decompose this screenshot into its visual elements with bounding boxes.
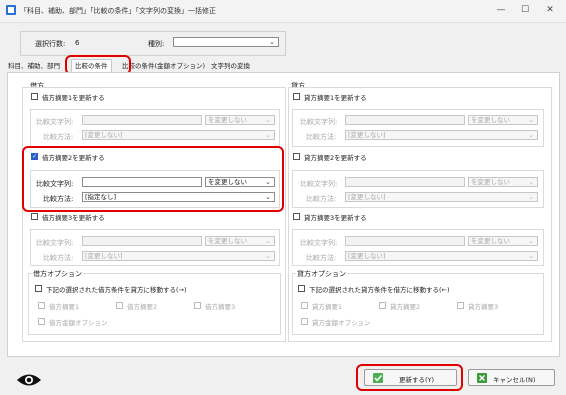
credit-memo3-method-select[interactable]: [変更しない] ⌄	[345, 251, 538, 261]
type-label: 種別:	[148, 40, 165, 48]
chevron-down-icon: ⌄	[265, 237, 271, 245]
debit-memo1-compare-label: 比較文字列:	[36, 118, 74, 126]
debit-memo2-checkbox[interactable]	[31, 152, 38, 161]
debit-move-checkbox[interactable]	[35, 285, 42, 292]
credit-memo1-checkbox[interactable]	[293, 93, 300, 100]
debit-opt-amount-checkbox[interactable]	[38, 318, 45, 325]
credit-memo2-method-label: 比較方法:	[306, 195, 337, 203]
tab-compare-condition[interactable]: 比較の条件	[71, 59, 112, 73]
debit-memo3-label: 借方摘要3を更新する	[42, 214, 105, 222]
debit-memo2-label: 借方摘要2を更新する	[42, 154, 105, 162]
debit-memo3-method-label: 比較方法:	[43, 254, 74, 262]
tab-account[interactable]: 科目、補助、部門	[8, 60, 60, 72]
debit-memo1-method-select[interactable]: [変更しない] ⌄	[82, 130, 275, 140]
close-button[interactable]: ✕	[541, 3, 559, 17]
debit-memo3-mode-select[interactable]: を変更しない ⌄	[205, 236, 275, 246]
debit-memo2-method-label: 比較方法:	[43, 195, 74, 203]
chevron-down-icon: ⌄	[528, 178, 534, 186]
debit-memo1-method-label: 比較方法:	[43, 133, 74, 141]
chevron-down-icon: ⌄	[528, 237, 534, 245]
credit-memo1-method-select[interactable]: [変更しない] ⌄	[345, 130, 538, 140]
chevron-down-icon: ⌄	[269, 38, 275, 46]
credit-move-label: 下記の選択された貸方条件を借方に移動する(←)	[309, 286, 450, 294]
credit-memo2-compare-label: 比較文字列:	[300, 180, 338, 188]
credit-memo3-method-label: 比較方法:	[306, 254, 337, 262]
debit-opt-memo1-checkbox[interactable]	[38, 302, 45, 309]
chevron-down-icon: ⌄	[265, 116, 271, 124]
type-select[interactable]: ⌄	[173, 37, 279, 47]
debit-opt-memo3-checkbox[interactable]	[194, 302, 201, 309]
credit-options-title: 貸方オプション	[296, 269, 347, 279]
credit-memo3-label: 貸方摘要3を更新する	[304, 214, 367, 222]
credit-opt-memo1-label: 貸方摘要1	[312, 303, 343, 311]
credit-memo3-compare-label: 比較文字列:	[300, 239, 338, 247]
credit-opt-amount-checkbox[interactable]	[301, 318, 308, 325]
chevron-down-icon: ⌄	[265, 131, 271, 139]
chevron-down-icon: ⌄	[528, 131, 534, 139]
debit-memo2-compare-label: 比較文字列:	[36, 180, 74, 188]
debit-memo3-compare-input[interactable]	[82, 236, 202, 246]
debit-memo1-mode-select[interactable]: を変更しない ⌄	[205, 115, 275, 125]
title-bar: 「科目、補助、部門」「比較の条件」「文字列の変換」一括修正 — ☐ ✕	[0, 0, 566, 23]
debit-memo2-method-select[interactable]: [指定なし] ⌄	[82, 192, 275, 202]
debit-options-title: 借方オプション	[32, 269, 83, 279]
selected-count-label: 選択行数:	[35, 40, 66, 48]
debit-opt-memo2-checkbox[interactable]	[116, 302, 123, 309]
tab-string-convert[interactable]: 文字列の変換	[211, 60, 250, 72]
tab-compare-amount-option[interactable]: 比較の条件(金額オプション)	[122, 60, 205, 72]
debit-memo1-label: 借方摘要1を更新する	[42, 94, 105, 102]
credit-memo2-mode-select[interactable]: を変更しない ⌄	[468, 177, 538, 187]
cancel-button[interactable]: キャンセル(N)	[468, 369, 555, 386]
eye-icon[interactable]	[16, 373, 42, 387]
minimize-button[interactable]: —	[492, 3, 510, 17]
credit-opt-memo2-checkbox[interactable]	[379, 302, 386, 309]
debit-opt-memo1-label: 借方摘要1	[49, 303, 80, 311]
debit-memo2-mode-select[interactable]: を変更しない ⌄	[205, 177, 275, 187]
credit-opt-amount-label: 貸方金額オプション	[312, 319, 371, 327]
credit-memo2-compare-input[interactable]	[345, 177, 465, 187]
chevron-down-icon: ⌄	[528, 116, 534, 124]
debit-opt-memo3-label: 借方摘要3	[205, 303, 236, 311]
check-icon	[373, 373, 383, 383]
debit-memo2-compare-input[interactable]	[82, 177, 202, 187]
cancel-x-icon	[477, 373, 487, 383]
credit-memo1-method-label: 比較方法:	[306, 133, 337, 141]
debit-opt-memo2-label: 借方摘要2	[127, 303, 158, 311]
credit-memo3-mode-select[interactable]: を変更しない ⌄	[468, 236, 538, 246]
credit-memo3-checkbox[interactable]	[293, 213, 300, 220]
credit-memo2-checkbox[interactable]	[293, 153, 300, 160]
credit-memo1-compare-label: 比較文字列:	[300, 118, 338, 126]
debit-opt-amount-label: 借方金額オプション	[49, 319, 108, 327]
credit-memo1-compare-input[interactable]	[345, 115, 465, 125]
credit-opt-memo2-label: 貸方摘要2	[390, 303, 421, 311]
selected-count-value: 6	[75, 39, 80, 47]
chevron-down-icon: ⌄	[528, 193, 534, 201]
credit-memo2-method-select[interactable]: [変更しない] ⌄	[345, 192, 538, 202]
maximize-button[interactable]: ☐	[516, 3, 534, 17]
chevron-down-icon: ⌄	[265, 252, 271, 260]
credit-memo2-label: 貸方摘要2を更新する	[304, 154, 367, 162]
credit-opt-memo3-label: 貸方摘要3	[468, 303, 499, 311]
credit-memo1-mode-select[interactable]: を変更しない ⌄	[468, 115, 538, 125]
app-icon	[6, 5, 16, 15]
credit-memo3-compare-input[interactable]	[345, 236, 465, 246]
chevron-down-icon: ⌄	[265, 193, 271, 201]
debit-memo1-compare-input[interactable]	[82, 115, 202, 125]
credit-opt-memo1-checkbox[interactable]	[301, 302, 308, 309]
credit-move-checkbox[interactable]	[298, 285, 305, 292]
debit-memo3-compare-label: 比較文字列:	[36, 239, 74, 247]
update-button[interactable]: 更新する(Y)	[364, 369, 457, 386]
chevron-down-icon: ⌄	[265, 178, 271, 186]
selection-info-group: 選択行数: 6 種別: ⌄	[20, 31, 286, 56]
debit-memo3-method-select[interactable]: [変更しない] ⌄	[82, 251, 275, 261]
debit-memo1-checkbox[interactable]	[31, 93, 38, 100]
credit-memo1-label: 貸方摘要1を更新する	[304, 94, 367, 102]
credit-opt-memo3-checkbox[interactable]	[457, 302, 464, 309]
debit-move-label: 下記の選択された借方条件を貸方に移動する(→)	[46, 286, 187, 294]
chevron-down-icon: ⌄	[528, 252, 534, 260]
debit-memo3-checkbox[interactable]	[31, 213, 38, 220]
window-title: 「科目、補助、部門」「比較の条件」「文字列の変換」一括修正	[20, 7, 216, 15]
